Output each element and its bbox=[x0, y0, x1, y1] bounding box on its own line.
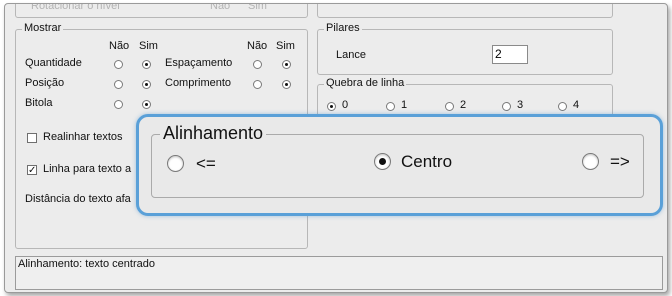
status-text: Alinhamento: texto centrado bbox=[18, 258, 155, 270]
quebra-radio-1[interactable] bbox=[386, 102, 395, 111]
alinhamento-title: Alinhamento bbox=[160, 123, 267, 144]
align-center-label: Centro bbox=[401, 152, 453, 171]
row-label-comprimento: Comprimento bbox=[165, 77, 232, 89]
alinhamento-group: Alinhamento <= Centro => bbox=[151, 123, 644, 198]
espacamento-sim-radio[interactable] bbox=[282, 60, 291, 69]
header-sim-left: Sim bbox=[139, 40, 158, 52]
linha-para-texto-checkbox[interactable]: ✓ bbox=[27, 165, 37, 176]
header-nao-right: Não bbox=[247, 40, 268, 52]
faded-label: Rotacionar o nível bbox=[31, 3, 120, 12]
posicao-sim-radio[interactable] bbox=[142, 80, 151, 89]
align-left-label: <= bbox=[196, 154, 216, 173]
quantidade-sim-radio[interactable] bbox=[142, 60, 151, 69]
align-left-radio[interactable] bbox=[167, 155, 184, 172]
header-sim-right: Sim bbox=[276, 40, 295, 52]
quebra-label-4: 4 bbox=[573, 99, 580, 111]
row-label-espacamento: Espaçamento bbox=[165, 57, 233, 69]
quebra-radio-3[interactable] bbox=[502, 102, 511, 111]
quebra-radio-4[interactable] bbox=[558, 102, 567, 111]
posicao-nao-radio[interactable] bbox=[114, 80, 123, 89]
quantidade-nao-radio[interactable] bbox=[114, 60, 123, 69]
mostrar-title: Mostrar bbox=[22, 22, 64, 34]
pilares-title: Pilares bbox=[324, 22, 362, 34]
dialog-frame: Rotacionar o nível Não Sim Mostrar Não S… bbox=[4, 3, 668, 293]
realinhar-label: Realinhar textos bbox=[43, 131, 123, 143]
quebra-title: Quebra de linha bbox=[324, 77, 407, 89]
quebra-label-0: 0 bbox=[342, 99, 349, 111]
linha-para-texto-label: Linha para texto a bbox=[43, 163, 132, 175]
comprimento-sim-radio[interactable] bbox=[282, 80, 291, 89]
lance-input[interactable]: 2 bbox=[492, 45, 528, 64]
align-right-radio[interactable] bbox=[582, 153, 599, 170]
quebra-label-2: 2 bbox=[460, 99, 467, 111]
comprimento-nao-radio[interactable] bbox=[253, 80, 262, 89]
quebra-label-1: 1 bbox=[401, 99, 408, 111]
top-group-right bbox=[317, 4, 613, 18]
align-center-radio[interactable] bbox=[374, 153, 391, 170]
realinhar-checkbox[interactable] bbox=[27, 133, 37, 143]
align-right-label: => bbox=[610, 152, 630, 171]
distancia-label: Distância do texto afa bbox=[25, 193, 131, 205]
bitola-nao-radio[interactable] bbox=[114, 100, 123, 109]
lance-label: Lance bbox=[336, 49, 366, 61]
espacamento-nao-radio[interactable] bbox=[253, 60, 262, 69]
quebra-radio-2[interactable] bbox=[445, 102, 454, 111]
row-label-bitola: Bitola bbox=[25, 97, 53, 109]
status-box: Alinhamento: texto centrado bbox=[15, 256, 663, 290]
bitola-sim-radio[interactable] bbox=[142, 100, 151, 109]
alinhamento-callout: Alinhamento <= Centro => bbox=[136, 114, 663, 216]
quebra-radio-0[interactable] bbox=[327, 102, 336, 111]
faded-sim: Sim bbox=[248, 3, 267, 12]
header-nao-left: Não bbox=[109, 40, 130, 52]
quebra-label-3: 3 bbox=[517, 99, 524, 111]
faded-nao: Não bbox=[210, 3, 231, 12]
row-label-quantidade: Quantidade bbox=[25, 57, 82, 69]
row-label-posicao: Posição bbox=[25, 77, 65, 89]
